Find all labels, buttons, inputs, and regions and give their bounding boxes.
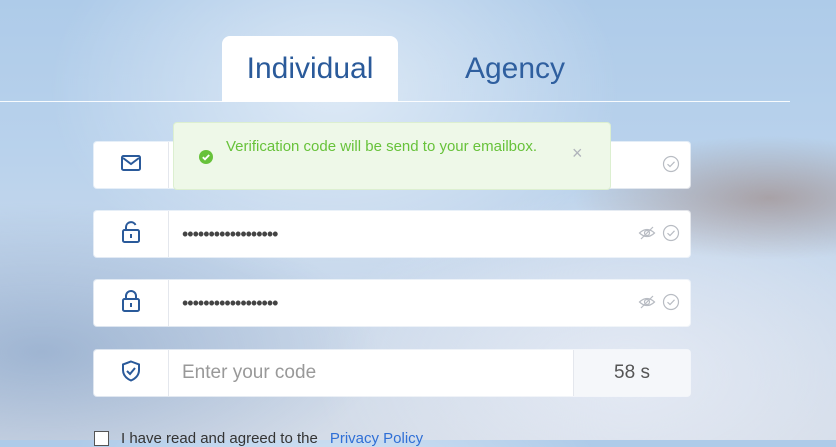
password-prefix [94, 211, 169, 257]
eye-hidden-icon[interactable] [638, 224, 656, 242]
tab-agency[interactable]: Agency [440, 36, 590, 102]
code-input[interactable]: Enter your code [182, 350, 316, 396]
verification-code-field[interactable]: Enter your code 58 s [94, 350, 690, 396]
agreement-checkbox[interactable] [94, 431, 109, 446]
agreement-text: I have read and agreed to the [121, 430, 318, 447]
confirm-password-value: •••••••••••••••••• [182, 293, 278, 313]
confirm-password-suffix [638, 293, 680, 311]
toast-message: Verification code will be send to your e… [226, 138, 538, 155]
confirm-password-prefix [94, 280, 169, 326]
envelope-icon [121, 154, 141, 176]
resend-timer: 58 s [573, 350, 690, 396]
lock-icon [121, 289, 141, 317]
unlock-icon [121, 220, 141, 248]
password-field[interactable]: •••••••••••••••••• [94, 211, 690, 257]
code-prefix [94, 350, 169, 396]
tab-bar: Individual Agency [0, 0, 790, 102]
agreement-row: I have read and agreed to the Privacy Po… [94, 430, 423, 447]
password-value: •••••••••••••••••• [182, 224, 278, 244]
eye-hidden-icon[interactable] [638, 293, 656, 311]
privacy-policy-link[interactable]: Privacy Policy [330, 430, 423, 447]
shield-check-icon [121, 359, 141, 387]
password-suffix [638, 224, 680, 242]
tab-divider [0, 101, 790, 102]
success-toast: Verification code will be send to your e… [173, 122, 611, 190]
check-circle-icon [662, 155, 680, 173]
check-circle-icon [662, 293, 680, 311]
success-icon [198, 149, 214, 170]
confirm-password-field[interactable]: •••••••••••••••••• [94, 280, 690, 326]
email-suffix [662, 155, 680, 173]
email-prefix [94, 142, 169, 188]
check-circle-icon [662, 224, 680, 242]
tab-individual[interactable]: Individual [222, 36, 398, 102]
close-icon[interactable]: × [572, 143, 583, 164]
